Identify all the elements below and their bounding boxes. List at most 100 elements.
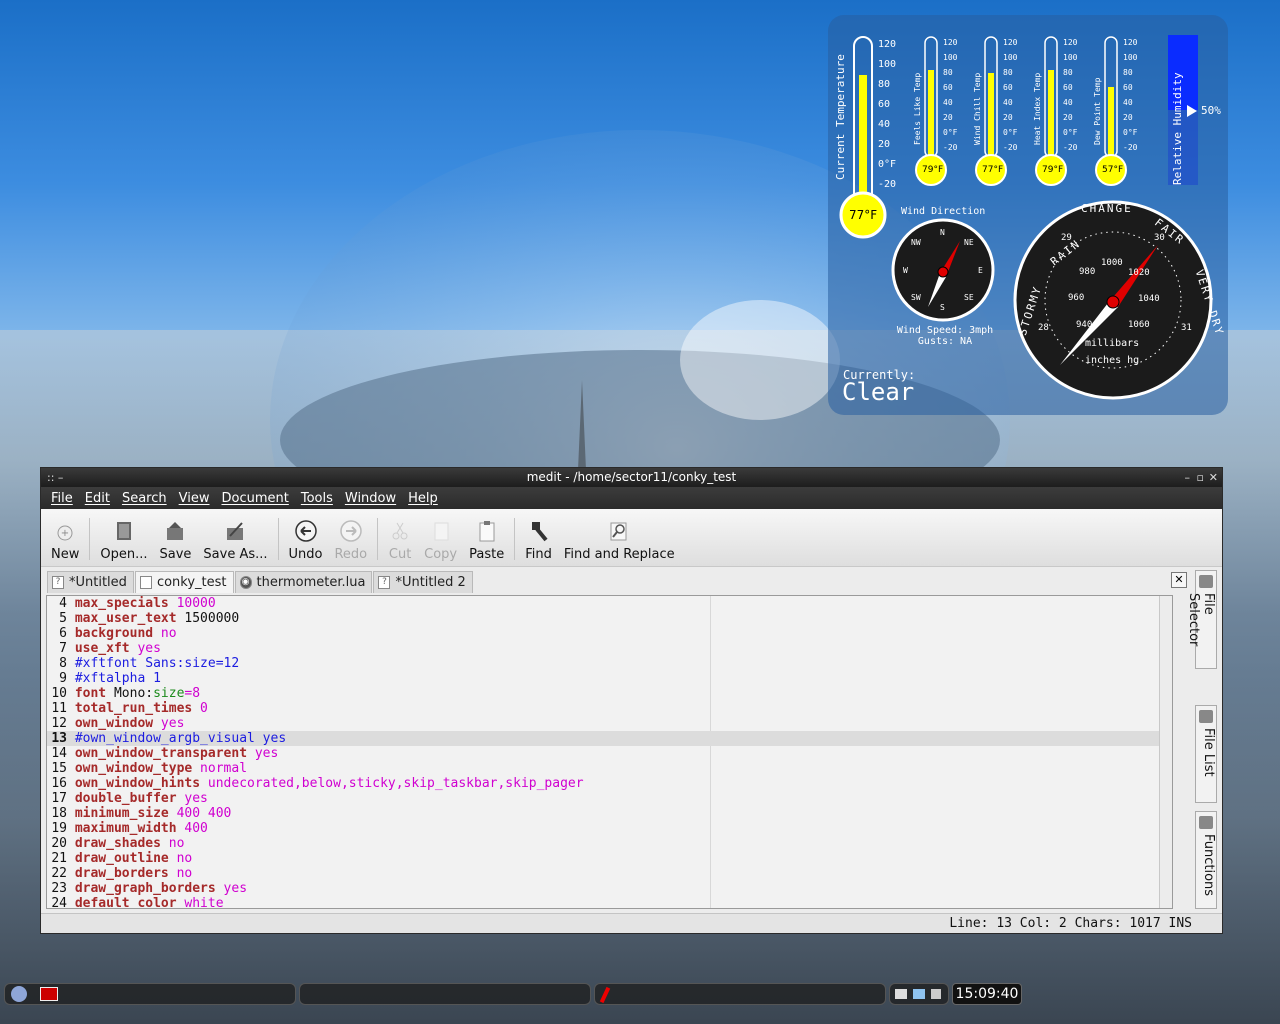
volume-icon[interactable] (931, 989, 941, 999)
taskbar-window-list[interactable] (299, 983, 591, 1005)
code-line[interactable]: 14 own_window_transparent yes (47, 746, 1172, 761)
code-line[interactable]: 6 background no (47, 626, 1172, 641)
redo-button[interactable]: Redo (334, 519, 367, 562)
code-line[interactable]: 10 font Mono:size=8 (47, 686, 1172, 701)
cut-button[interactable]: Cut (388, 519, 412, 562)
tab-untitled-2[interactable]: ? *Untitled 2 (373, 571, 473, 593)
code-line[interactable]: 12 own_window yes (47, 716, 1172, 731)
code-line[interactable]: 15 own_window_type normal (47, 761, 1172, 776)
scale-tick: 20 (943, 113, 953, 122)
menu-tools[interactable]: Tools (301, 491, 333, 506)
text-file-icon (139, 576, 152, 589)
undo-button[interactable]: Undo (289, 519, 322, 562)
menu-view[interactable]: View (179, 491, 210, 506)
redo-label: Redo (334, 547, 368, 562)
code-line[interactable]: 22 draw_borders no (47, 866, 1172, 881)
baro-in-28: 28 (1038, 323, 1049, 333)
humidity-label: Relative Humidity (1171, 72, 1184, 185)
open-file-icon (112, 519, 136, 543)
paste-button[interactable]: Paste (469, 519, 504, 562)
save-label: Save (159, 547, 192, 562)
scale-tick: -20 (943, 143, 958, 152)
open-button[interactable]: Open... (100, 519, 147, 562)
line-number: 6 (59, 626, 67, 641)
code-editor[interactable]: 4 max_specials 10000 5 max_user_text 1500… (46, 595, 1173, 909)
code-keyword: max_user_text (74, 611, 177, 626)
code-line[interactable]: 9 #xftalpha 1 (47, 671, 1172, 686)
unknown-file-icon: ? (52, 576, 64, 589)
code-line[interactable]: 18 minimum_size 400 400 (47, 806, 1172, 821)
code-line[interactable]: 11 total_run_times 0 (47, 701, 1172, 716)
menu-search[interactable]: Search (122, 491, 167, 506)
tab-untitled[interactable]: ? *Untitled (47, 571, 134, 593)
code-line[interactable]: 21 draw_outline no (47, 851, 1172, 866)
code-value: 400 400 (168, 806, 232, 821)
code-keyword: use_xft (74, 641, 130, 656)
minimize-button[interactable]: – (1185, 468, 1191, 487)
code-keyword: own_window_type (74, 761, 193, 776)
side-tab-functions[interactable]: Functions (1195, 811, 1217, 909)
code-value: 10000 (168, 596, 216, 611)
close-window-button[interactable]: ✕ (1209, 468, 1218, 487)
find-replace-icon (607, 519, 631, 543)
window-menu-handle[interactable]: :: – (47, 468, 63, 487)
code-keyword: total_run_times (74, 701, 193, 716)
window-titlebar[interactable]: :: – medit - /home/sector11/conky_test –… (41, 468, 1222, 487)
maximize-button[interactable]: ▫ (1197, 468, 1204, 487)
line-number: 23 (51, 881, 67, 896)
code-keyword: draw_shades (74, 836, 161, 851)
tab-label: conky_test (156, 575, 227, 590)
side-panel: File Selector File List Functions (1186, 570, 1218, 910)
thermo-current-value: 77°F (849, 208, 878, 222)
book-icon[interactable] (895, 989, 907, 999)
side-tab-label: File List (1201, 728, 1216, 777)
line-number: 10 (51, 686, 67, 701)
code-line[interactable]: 7 use_xft yes (47, 641, 1172, 656)
vertical-scrollbar[interactable] (1159, 596, 1172, 908)
save-as-button[interactable]: Save As... (203, 519, 268, 562)
code-line[interactable]: 20 draw_shades no (47, 836, 1172, 851)
scale-tick: 60 (878, 99, 891, 110)
code-line[interactable]: 5 max_user_text 1500000 (47, 611, 1172, 626)
scale-tick: 0°F (1063, 128, 1078, 137)
code-value: no (168, 851, 193, 866)
wind-speed-text: Wind Speed: 3mph (896, 325, 994, 336)
new-file-icon: + (53, 519, 77, 543)
code-line[interactable]: 16 own_window_hints undecorated,below,st… (47, 776, 1172, 791)
code-line[interactable]: 13 #own_window_argb_visual yes (47, 731, 1172, 746)
terminal-launcher-icon[interactable] (40, 987, 58, 1001)
save-button[interactable]: Save (159, 519, 191, 562)
new-button[interactable]: + New (51, 519, 79, 562)
code-line[interactable]: 23 draw_graph_borders yes (47, 881, 1172, 896)
svg-text:+: + (61, 528, 69, 539)
menu-window[interactable]: Window (345, 491, 396, 506)
code-line[interactable]: 19 maximum_width 400 (47, 821, 1172, 836)
code-line[interactable]: 8 #xftfont Sans:size=12 (47, 656, 1172, 671)
code-value: no (153, 626, 177, 641)
code-value: yes (215, 881, 248, 896)
menu-edit[interactable]: Edit (85, 491, 110, 506)
find-replace-button[interactable]: Find and Replace (564, 519, 675, 562)
code-line[interactable]: 17 double_buffer yes (47, 791, 1172, 806)
open-label: Open... (100, 547, 148, 562)
scale-tick: 120 (1063, 38, 1078, 47)
menu-document[interactable]: Document (221, 491, 288, 506)
menu-help[interactable]: Help (408, 491, 438, 506)
wind-direction-title: Wind Direction (901, 206, 986, 217)
dropbox-icon[interactable] (913, 989, 925, 999)
code-line[interactable]: 24 default_color white (47, 896, 1172, 908)
line-number: 9 (59, 671, 67, 686)
find-button[interactable]: Find (525, 519, 552, 562)
menu-launcher-icon[interactable] (11, 986, 27, 1002)
side-tab-file-list[interactable]: File List (1195, 705, 1217, 803)
scale-tick: 40 (1123, 98, 1133, 107)
medit-task-icon[interactable] (599, 986, 611, 1004)
close-tab-button[interactable]: ✕ (1171, 572, 1187, 588)
tab-thermometer-lua[interactable]: ◉ thermometer.lua (234, 571, 373, 593)
code-comment: #own_window_argb_visual yes (74, 731, 287, 746)
tab-conky-test[interactable]: conky_test (134, 571, 234, 593)
menu-file[interactable]: File (51, 491, 73, 506)
code-line[interactable]: 4 max_specials 10000 (47, 596, 1172, 611)
side-tab-file-selector[interactable]: File Selector (1186, 570, 1217, 669)
copy-button[interactable]: Copy (424, 519, 457, 562)
